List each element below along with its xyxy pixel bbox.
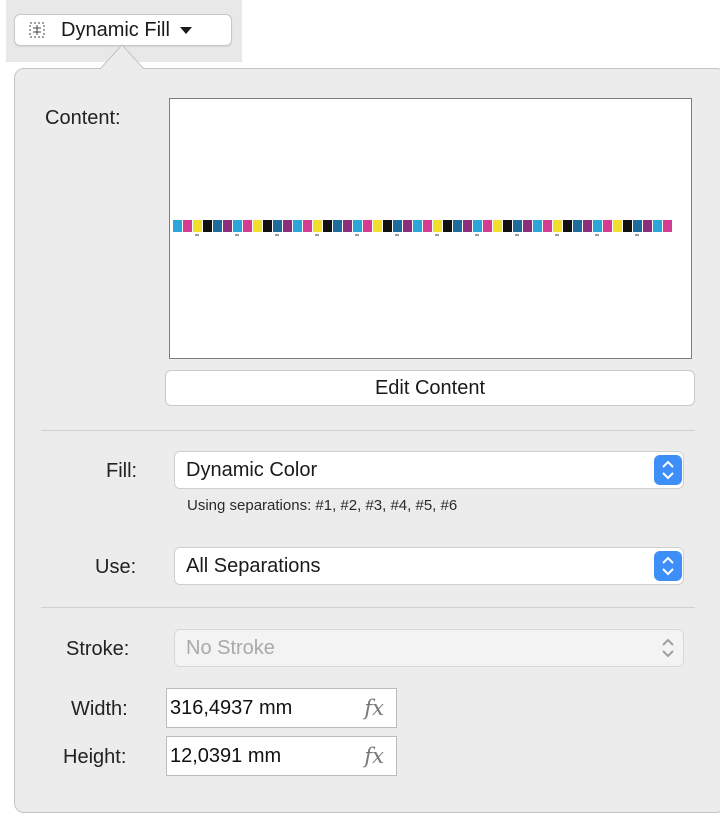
color-patch: [333, 220, 342, 232]
color-patch: [443, 220, 452, 232]
strip-tick: [435, 234, 439, 236]
color-patch: [303, 220, 312, 232]
color-patch: [623, 220, 632, 232]
color-strip-preview: [173, 220, 672, 236]
color-patch: [293, 220, 302, 232]
color-patch: [643, 220, 652, 232]
color-patch: [553, 220, 562, 232]
color-patch: [573, 220, 582, 232]
color-patch: [253, 220, 262, 232]
color-patch: [323, 220, 332, 232]
fill-select[interactable]: Dynamic Color: [174, 451, 684, 489]
color-patch: [273, 220, 282, 232]
color-patch: [433, 220, 442, 232]
fill-value: Dynamic Color: [186, 458, 318, 481]
strip-tick: [635, 234, 639, 236]
color-patch: [353, 220, 362, 232]
stepper-icon: [654, 551, 682, 581]
separations-hint: Using separations: #1, #2, #3, #4, #5, #…: [187, 497, 458, 514]
color-patch: [203, 220, 212, 232]
color-patch: [523, 220, 532, 232]
chevron-down-icon: [179, 26, 192, 34]
color-patch: [593, 220, 602, 232]
color-patch: [653, 220, 662, 232]
strip-tick: [555, 234, 559, 236]
popover-arrow: [100, 44, 144, 70]
height-value: 12,0391 mm: [170, 744, 282, 767]
strip-tick: [355, 234, 359, 236]
content-label: Content:: [45, 107, 121, 129]
color-patch: [223, 220, 232, 232]
fill-label: Fill:: [106, 460, 138, 482]
color-patch: [583, 220, 592, 232]
use-value: All Separations: [186, 554, 321, 577]
strip-tick: [235, 234, 239, 236]
stroke-select[interactable]: No Stroke: [174, 629, 684, 667]
color-patch: [343, 220, 352, 232]
strip-tick: [195, 234, 199, 236]
color-patch: [473, 220, 482, 232]
color-patch: [313, 220, 322, 232]
dynamic-fill-icon: [29, 22, 45, 38]
properties-popover: Content: Edit Content Fill: Dynamic Colo…: [14, 68, 720, 813]
strip-tick: [315, 234, 319, 236]
strip-tick: [475, 234, 479, 236]
use-label: Use:: [95, 556, 137, 578]
color-patch: [633, 220, 642, 232]
color-patch: [373, 220, 382, 232]
color-patch: [503, 220, 512, 232]
dynamic-fill-label: Dynamic Fill: [61, 18, 170, 41]
dynamic-fill-dropdown[interactable]: Dynamic Fill: [14, 14, 232, 46]
color-patch: [613, 220, 622, 232]
color-patch: [213, 220, 222, 232]
color-patch: [663, 220, 672, 232]
divider: [41, 430, 695, 431]
height-field[interactable]: 12,0391 mm fx: [166, 736, 397, 776]
width-field[interactable]: 316,4937 mm fx: [166, 688, 397, 728]
divider: [41, 607, 695, 608]
color-patch: [533, 220, 542, 232]
color-patch: [603, 220, 612, 232]
strip-tick: [275, 234, 279, 236]
color-patch: [403, 220, 412, 232]
strip-tick: [395, 234, 399, 236]
edit-content-button[interactable]: Edit Content: [165, 370, 695, 406]
color-patch: [263, 220, 272, 232]
height-label: Height:: [63, 746, 127, 768]
stepper-icon: [662, 638, 674, 658]
color-patch: [423, 220, 432, 232]
color-patch: [493, 220, 502, 232]
stroke-label: Stroke:: [66, 638, 130, 660]
color-patch: [543, 220, 552, 232]
color-patch: [193, 220, 202, 232]
color-patch: [393, 220, 402, 232]
stepper-icon: [654, 455, 682, 485]
color-patch: [563, 220, 572, 232]
color-patch: [243, 220, 252, 232]
use-select[interactable]: All Separations: [174, 547, 684, 585]
color-patch: [463, 220, 472, 232]
color-patch: [363, 220, 372, 232]
color-patch: [183, 220, 192, 232]
strip-tick: [595, 234, 599, 236]
width-label: Width:: [71, 698, 128, 720]
color-patch: [483, 220, 492, 232]
color-patch: [283, 220, 292, 232]
strip-tick: [515, 234, 519, 236]
width-value: 316,4937 mm: [170, 696, 293, 719]
content-preview: [169, 98, 692, 359]
color-patch: [453, 220, 462, 232]
function-icon[interactable]: fx: [364, 744, 384, 768]
color-patch: [413, 220, 422, 232]
color-patch: [233, 220, 242, 232]
stroke-value: No Stroke: [186, 636, 275, 659]
color-patch: [173, 220, 182, 232]
color-patch: [513, 220, 522, 232]
color-patch: [383, 220, 392, 232]
function-icon[interactable]: fx: [364, 696, 384, 720]
